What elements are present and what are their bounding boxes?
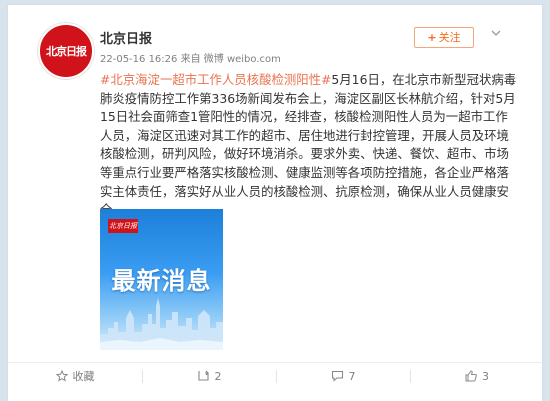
action-bar: 收藏 2 7 3: [8, 362, 542, 389]
chevron-down-icon[interactable]: [490, 27, 502, 39]
comment-icon: [331, 370, 343, 382]
skyline-illustration: [100, 298, 223, 350]
weibo-post-card: 北京日报 北京日报 22-05-16 16:26 来自 微博 weibo.com…: [7, 4, 543, 401]
image-logo: 北京日报: [108, 219, 138, 233]
avatar[interactable]: 北京日报: [38, 23, 94, 79]
post-source[interactable]: 微博 weibo.com: [204, 54, 281, 65]
post-body: 5月16日，在北京市新型冠状病毒肺炎疫情防控工作第336场新闻发布会上，海淀区副…: [100, 72, 517, 217]
post-timestamp[interactable]: 22-05-16 16:26: [100, 54, 177, 65]
post-meta: 22-05-16 16:26 来自 微博 weibo.com: [100, 50, 281, 65]
favorite-button[interactable]: 收藏: [8, 363, 142, 389]
avatar-text: 北京日报: [46, 45, 87, 58]
follow-button[interactable]: + 关注: [414, 27, 474, 48]
repost-count: 2: [214, 369, 222, 383]
repost-button[interactable]: 2: [142, 363, 276, 389]
favorite-label: 收藏: [72, 370, 95, 383]
source-prefix: 来自: [180, 54, 201, 65]
comment-count: 7: [348, 369, 356, 383]
repost-icon: [197, 370, 209, 381]
post-image[interactable]: 北京日报 最新消息: [100, 209, 223, 350]
topic-link[interactable]: #北京海淀一超市工作人员核酸检测阳性#: [100, 72, 331, 87]
post-content: #北京海淀一超市工作人员核酸检测阳性#5月16日，在北京市新型冠状病毒肺炎疫情防…: [100, 71, 520, 220]
plus-icon: +: [427, 31, 437, 44]
thumbs-up-icon: [465, 370, 477, 382]
like-count: 3: [482, 369, 489, 383]
author-name[interactable]: 北京日报: [100, 28, 152, 47]
like-button[interactable]: 3: [410, 363, 544, 389]
follow-label: 关注: [438, 31, 461, 44]
star-icon: [55, 370, 68, 382]
comment-button[interactable]: 7: [276, 363, 410, 389]
